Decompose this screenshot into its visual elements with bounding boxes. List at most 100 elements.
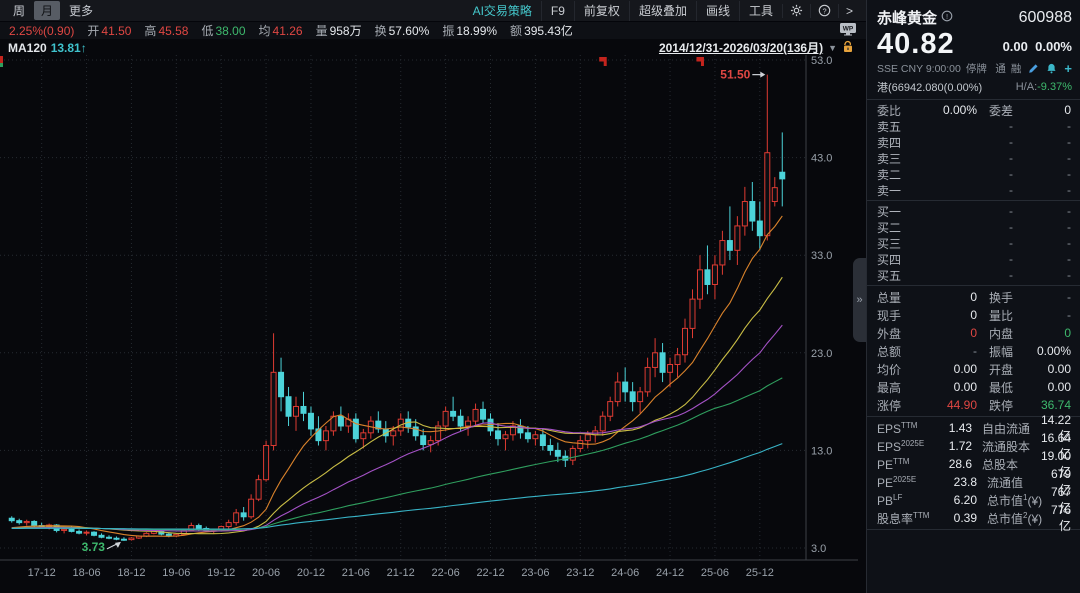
add-icon[interactable]: + xyxy=(1064,64,1072,74)
svg-text:21-12: 21-12 xyxy=(387,567,415,579)
financial-stats: EPSTTM1.43自由流通14.22亿EPS2025E1.72流通股本16.6… xyxy=(867,419,1080,527)
svg-text:20-06: 20-06 xyxy=(252,567,280,579)
suspended-badge: 停牌 xyxy=(966,61,987,76)
svg-text:?: ? xyxy=(822,6,826,15)
panel-collapse-button[interactable]: » xyxy=(853,258,866,342)
tab-month[interactable]: 月 xyxy=(34,1,60,20)
price-change: 0.00 0.00% xyxy=(1003,39,1072,59)
svg-text:23-06: 23-06 xyxy=(521,567,549,579)
stock-code: 600988 xyxy=(1019,9,1072,27)
stat-row: 最高0.00最低0.00 xyxy=(867,378,1080,396)
stat-item-8: 额395.43亿 xyxy=(510,22,573,39)
svg-text:13.0: 13.0 xyxy=(811,445,832,457)
order-level-row: 卖二-- xyxy=(867,166,1080,182)
stat-row: 总量0换手- xyxy=(867,288,1080,306)
order-level-row: 买一-- xyxy=(867,203,1080,219)
low-annotation: 3.73 xyxy=(82,540,106,554)
ask-levels: 卖五--卖四--卖三--卖二--卖一-- xyxy=(867,118,1080,198)
svg-text:24-12: 24-12 xyxy=(656,567,684,579)
order-imbalance-row: 委比 0.00% 委差 0 xyxy=(867,102,1080,118)
event-mark-icon xyxy=(599,57,607,66)
event-mark-icon xyxy=(696,57,704,66)
badge-rong: 融 xyxy=(1011,61,1022,76)
alert-bell-icon[interactable] xyxy=(1046,63,1057,74)
stat-row: 涨停44.90跌停36.74 xyxy=(867,396,1080,414)
gear-icon[interactable] xyxy=(782,4,810,18)
svg-text:33.0: 33.0 xyxy=(811,250,832,262)
svg-text:43.0: 43.0 xyxy=(811,153,832,165)
stat-item-2: 高45.58 xyxy=(144,22,188,39)
session-stats: 总量0换手-现手0量比-外盘0内盘0总额-振幅0.00%均价0.00开盘0.00… xyxy=(867,288,1080,414)
tab-more[interactable]: 更多 xyxy=(62,1,100,20)
order-level-row: 卖三-- xyxy=(867,150,1080,166)
ma-legend-value: 13.81↑ xyxy=(51,41,87,55)
svg-text:23-12: 23-12 xyxy=(566,567,594,579)
order-level-row: 买二-- xyxy=(867,219,1080,235)
last-price: 40.82 xyxy=(877,29,955,59)
menu-item-4[interactable]: 画线 xyxy=(696,1,739,21)
svg-text:19-06: 19-06 xyxy=(162,567,190,579)
ma-line-MA30 xyxy=(12,325,783,531)
svg-text:17-12: 17-12 xyxy=(28,567,56,579)
stat-item-1: 开41.50 xyxy=(87,22,131,39)
date-range-text[interactable]: 2014/12/31-2026/03/20(136月) xyxy=(659,39,823,56)
svg-text:WP: WP xyxy=(843,26,854,33)
date-range-control[interactable]: 2014/12/31-2026/03/20(136月) ▼ xyxy=(659,39,854,56)
pencil-icon[interactable] xyxy=(1028,63,1039,74)
menu-item-2[interactable]: 前复权 xyxy=(574,1,629,21)
chevron-right-icon[interactable]: > xyxy=(838,4,860,18)
toolbar-menu: AI交易策略F9前复权超级叠加画线工具 ? > xyxy=(464,0,860,21)
ma-legend: MA120 13.81↑ xyxy=(8,41,87,55)
stat-row: 均价0.00开盘0.00 xyxy=(867,360,1080,378)
info-icon[interactable]: ! xyxy=(941,10,953,25)
svg-text:23.0: 23.0 xyxy=(811,348,832,360)
kline-chart[interactable]: 53.043.033.023.013.03.017-1218-0618-1219… xyxy=(0,55,858,593)
financial-row: 股息率TTM0.39总市值2(¥)776亿 xyxy=(867,509,1080,527)
svg-text:22-06: 22-06 xyxy=(432,567,460,579)
stat-item-5: 量958万 xyxy=(316,22,362,39)
svg-text:25-12: 25-12 xyxy=(746,567,774,579)
svg-text:18-06: 18-06 xyxy=(72,567,100,579)
quote-panel: 赤峰黄金 ! 600988 40.82 0.00 0.00% SSE CNY 9… xyxy=(866,0,1080,593)
ma-line-MA120 xyxy=(12,444,783,529)
svg-text:19-12: 19-12 xyxy=(207,567,235,579)
order-level-row: 卖四-- xyxy=(867,134,1080,150)
menu-item-1[interactable]: F9 xyxy=(541,1,574,21)
stat-item-6: 换57.60% xyxy=(375,22,430,39)
order-level-row: 卖五-- xyxy=(867,118,1080,134)
order-level-row: 卖一-- xyxy=(867,182,1080,198)
market-meta: SSE CNY 9:00:00 xyxy=(877,63,961,75)
stock-name: 赤峰黄金 xyxy=(877,7,937,28)
badge-tong: 通 xyxy=(995,61,1006,76)
stat-item-7: 振18.99% xyxy=(442,22,497,39)
double-chevron-icon: » xyxy=(856,294,862,306)
tab-week[interactable]: 周 xyxy=(6,1,32,20)
menu-item-0[interactable]: AI交易策略 xyxy=(464,1,541,21)
ohlc-stats-bar: 2.25%(0.90)开41.50高45.58低38.00均41.26量958万… xyxy=(0,22,866,39)
stat-item-0: 2.25%(0.90) xyxy=(9,24,74,38)
help-icon[interactable]: ? xyxy=(810,4,838,18)
ma-line-MA60 xyxy=(12,378,783,530)
svg-text:18-12: 18-12 xyxy=(117,567,145,579)
hk-price-line: 港(66942.080(0.00%) xyxy=(877,79,982,95)
chart-header: MA120 13.81↑ 2014/12/31-2026/03/20(136月) … xyxy=(0,40,858,55)
menu-item-5[interactable]: 工具 xyxy=(739,1,782,21)
bid-levels: 买一--买二--买三--买四--买五-- xyxy=(867,203,1080,283)
order-level-row: 买三-- xyxy=(867,235,1080,251)
high-annotation: 51.50 xyxy=(720,68,750,82)
order-level-row: 买四-- xyxy=(867,251,1080,267)
svg-text:24-06: 24-06 xyxy=(611,567,639,579)
svg-text:20-12: 20-12 xyxy=(297,567,325,579)
top-toolbar: 周 月 更多 AI交易策略F9前复权超级叠加画线工具 ? > xyxy=(0,0,866,22)
ha-premium-label: H/A: xyxy=(1016,81,1037,93)
menu-item-3[interactable]: 超级叠加 xyxy=(629,1,696,21)
stat-item-4: 均41.26 xyxy=(259,22,303,39)
chevron-down-icon[interactable]: ▼ xyxy=(828,43,837,53)
stat-row: 总额-振幅0.00% xyxy=(867,342,1080,360)
svg-text:25-06: 25-06 xyxy=(701,567,729,579)
unlock-icon[interactable] xyxy=(842,40,854,56)
svg-text:53.0: 53.0 xyxy=(811,55,832,67)
ma-legend-name: MA120 xyxy=(8,41,47,55)
wp-monitor-icon[interactable]: WP xyxy=(839,22,857,39)
candles-layer xyxy=(9,75,785,541)
